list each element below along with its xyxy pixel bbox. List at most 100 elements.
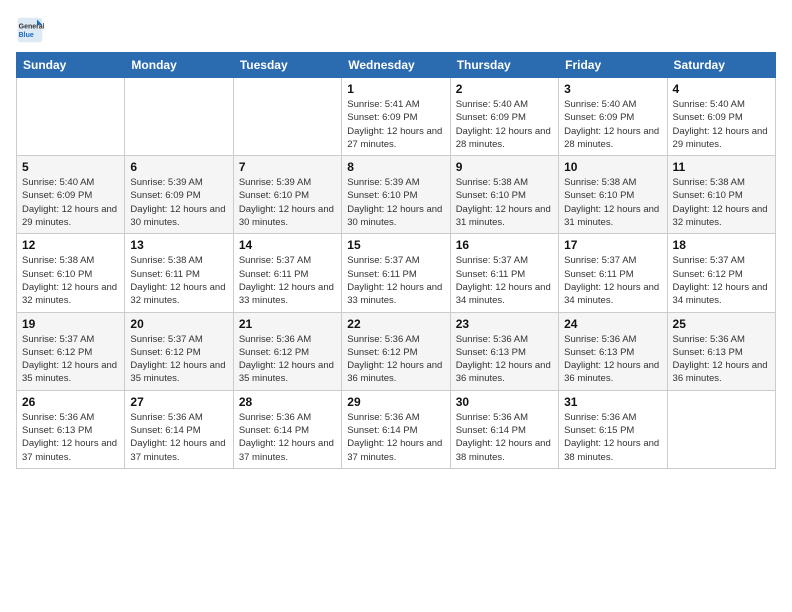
- day-number: 21: [239, 317, 336, 331]
- day-info: Sunrise: 5:36 AM Sunset: 6:12 PM Dayligh…: [347, 333, 444, 386]
- day-number: 13: [130, 238, 227, 252]
- calendar-week-row: 26 Sunrise: 5:36 AM Sunset: 6:13 PM Dayli…: [17, 390, 776, 468]
- calendar-cell: 17 Sunrise: 5:37 AM Sunset: 6:11 PM Dayli…: [559, 234, 667, 312]
- calendar-cell: 10 Sunrise: 5:38 AM Sunset: 6:10 PM Dayli…: [559, 156, 667, 234]
- calendar-cell: 11 Sunrise: 5:38 AM Sunset: 6:10 PM Dayli…: [667, 156, 775, 234]
- day-info: Sunrise: 5:37 AM Sunset: 6:12 PM Dayligh…: [673, 254, 770, 307]
- day-number: 31: [564, 395, 661, 409]
- day-number: 16: [456, 238, 553, 252]
- calendar-cell: [667, 390, 775, 468]
- day-number: 11: [673, 160, 770, 174]
- calendar-cell: 20 Sunrise: 5:37 AM Sunset: 6:12 PM Dayli…: [125, 312, 233, 390]
- weekday-header: Tuesday: [233, 53, 341, 78]
- calendar-cell: 25 Sunrise: 5:36 AM Sunset: 6:13 PM Dayli…: [667, 312, 775, 390]
- calendar-header-row: SundayMondayTuesdayWednesdayThursdayFrid…: [17, 53, 776, 78]
- calendar-cell: 19Sunrise: 5:37 AM Sunset: 6:12 PM Dayli…: [17, 312, 125, 390]
- day-info: Sunrise: 5:37 AM Sunset: 6:11 PM Dayligh…: [239, 254, 336, 307]
- day-number: 27: [130, 395, 227, 409]
- day-number: 10: [564, 160, 661, 174]
- day-info: Sunrise: 5:40 AM Sunset: 6:09 PM Dayligh…: [456, 98, 553, 151]
- day-info: Sunrise: 5:38 AM Sunset: 6:10 PM Dayligh…: [564, 176, 661, 229]
- day-info: Sunrise: 5:36 AM Sunset: 6:14 PM Dayligh…: [239, 411, 336, 464]
- day-number: 6: [130, 160, 227, 174]
- calendar-cell: [17, 78, 125, 156]
- day-number: 12: [22, 238, 119, 252]
- day-info: Sunrise: 5:41 AM Sunset: 6:09 PM Dayligh…: [347, 98, 444, 151]
- day-number: 29: [347, 395, 444, 409]
- calendar-week-row: 5 Sunrise: 5:40 AM Sunset: 6:09 PM Daylig…: [17, 156, 776, 234]
- day-number: 4: [673, 82, 770, 96]
- day-number: 1: [347, 82, 444, 96]
- day-number: 15: [347, 238, 444, 252]
- calendar-cell: [233, 78, 341, 156]
- day-number: 24: [564, 317, 661, 331]
- weekday-header: Monday: [125, 53, 233, 78]
- day-info: Sunrise: 5:37 AM Sunset: 6:11 PM Dayligh…: [456, 254, 553, 307]
- calendar-cell: 22 Sunrise: 5:36 AM Sunset: 6:12 PM Dayli…: [342, 312, 450, 390]
- day-number: 26: [22, 395, 119, 409]
- day-number: 28: [239, 395, 336, 409]
- day-info: Sunrise: 5:38 AM Sunset: 6:11 PM Dayligh…: [130, 254, 227, 307]
- calendar-week-row: 1 Sunrise: 5:41 AM Sunset: 6:09 PM Daylig…: [17, 78, 776, 156]
- day-info: Sunrise: 5:37 AM Sunset: 6:11 PM Dayligh…: [564, 254, 661, 307]
- day-info: Sunrise: 5:37 AM Sunset: 6:12 PM Dayligh…: [130, 333, 227, 386]
- day-number: 3: [564, 82, 661, 96]
- calendar-cell: 3 Sunrise: 5:40 AM Sunset: 6:09 PM Daylig…: [559, 78, 667, 156]
- calendar-cell: 16 Sunrise: 5:37 AM Sunset: 6:11 PM Dayli…: [450, 234, 558, 312]
- day-info: Sunrise: 5:36 AM Sunset: 6:14 PM Dayligh…: [130, 411, 227, 464]
- calendar-cell: 15 Sunrise: 5:37 AM Sunset: 6:11 PM Dayli…: [342, 234, 450, 312]
- day-info: Sunrise: 5:36 AM Sunset: 6:14 PM Dayligh…: [456, 411, 553, 464]
- weekday-header: Saturday: [667, 53, 775, 78]
- day-info: Sunrise: 5:36 AM Sunset: 6:14 PM Dayligh…: [347, 411, 444, 464]
- day-number: 8: [347, 160, 444, 174]
- calendar-table: SundayMondayTuesdayWednesdayThursdayFrid…: [16, 52, 776, 469]
- calendar-week-row: 12 Sunrise: 5:38 AM Sunset: 6:10 PM Dayli…: [17, 234, 776, 312]
- calendar-cell: 31 Sunrise: 5:36 AM Sunset: 6:15 PM Dayli…: [559, 390, 667, 468]
- day-number: 19: [22, 317, 119, 331]
- day-info: Sunrise: 5:36 AM Sunset: 6:13 PM Dayligh…: [673, 333, 770, 386]
- day-info: Sunrise: 5:39 AM Sunset: 6:09 PM Dayligh…: [130, 176, 227, 229]
- calendar-cell: 27 Sunrise: 5:36 AM Sunset: 6:14 PM Dayli…: [125, 390, 233, 468]
- calendar-cell: [125, 78, 233, 156]
- day-info: Sunrise: 5:36 AM Sunset: 6:12 PM Dayligh…: [239, 333, 336, 386]
- weekday-header: Thursday: [450, 53, 558, 78]
- weekday-header: Friday: [559, 53, 667, 78]
- day-number: 5: [22, 160, 119, 174]
- calendar-week-row: 19 Sunrise: 5:37 AM Sunset: 6:12 PM Dayli…: [17, 312, 776, 390]
- day-info: Sunrise: 5:38 AM Sunset: 6:10 PM Dayligh…: [673, 176, 770, 229]
- weekday-header: Sunday: [17, 53, 125, 78]
- calendar-cell: 18 Sunrise: 5:37 AM Sunset: 6:12 PM Dayli…: [667, 234, 775, 312]
- day-info: Sunrise: 5:36 AM Sunset: 6:13 PM Dayligh…: [22, 411, 119, 464]
- day-number: 14: [239, 238, 336, 252]
- calendar-cell: 9Sunrise: 5:38 AM Sunset: 6:10 PM Daylig…: [450, 156, 558, 234]
- day-info: Sunrise: 5:40 AM Sunset: 6:09 PM Dayligh…: [564, 98, 661, 151]
- day-number: 18: [673, 238, 770, 252]
- day-number: 7: [239, 160, 336, 174]
- day-info: Sunrise: 5:36 AM Sunset: 6:13 PM Dayligh…: [456, 333, 553, 386]
- day-info: Sunrise: 5:38 AM Sunset: 6:10 PM Dayligh…: [22, 254, 119, 307]
- calendar-cell: 24 Sunrise: 5:36 AM Sunset: 6:13 PM Dayli…: [559, 312, 667, 390]
- calendar-cell: 21 Sunrise: 5:36 AM Sunset: 6:12 PM Dayli…: [233, 312, 341, 390]
- day-number: 9: [456, 160, 553, 174]
- calendar-cell: 28 Sunrise: 5:36 AM Sunset: 6:14 PM Dayli…: [233, 390, 341, 468]
- day-number: 20: [130, 317, 227, 331]
- day-info: Sunrise: 5:36 AM Sunset: 6:15 PM Dayligh…: [564, 411, 661, 464]
- calendar-cell: 12 Sunrise: 5:38 AM Sunset: 6:10 PM Dayli…: [17, 234, 125, 312]
- day-info: Sunrise: 5:36 AM Sunset: 6:13 PM Dayligh…: [564, 333, 661, 386]
- calendar-cell: 1 Sunrise: 5:41 AM Sunset: 6:09 PM Daylig…: [342, 78, 450, 156]
- logo: General Blue: [16, 16, 48, 44]
- day-info: Sunrise: 5:40 AM Sunset: 6:09 PM Dayligh…: [673, 98, 770, 151]
- calendar-cell: 14 Sunrise: 5:37 AM Sunset: 6:11 PM Dayli…: [233, 234, 341, 312]
- day-number: 22: [347, 317, 444, 331]
- calendar-cell: 5 Sunrise: 5:40 AM Sunset: 6:09 PM Daylig…: [17, 156, 125, 234]
- calendar-cell: 7Sunrise: 5:39 AM Sunset: 6:10 PM Daylig…: [233, 156, 341, 234]
- calendar-cell: 29 Sunrise: 5:36 AM Sunset: 6:14 PM Dayli…: [342, 390, 450, 468]
- day-number: 17: [564, 238, 661, 252]
- calendar-cell: 26 Sunrise: 5:36 AM Sunset: 6:13 PM Dayli…: [17, 390, 125, 468]
- day-info: Sunrise: 5:37 AM Sunset: 6:11 PM Dayligh…: [347, 254, 444, 307]
- day-number: 25: [673, 317, 770, 331]
- page-header: General Blue: [16, 16, 776, 44]
- logo-icon: General Blue: [16, 16, 44, 44]
- day-info: Sunrise: 5:40 AM Sunset: 6:09 PM Dayligh…: [22, 176, 119, 229]
- day-number: 30: [456, 395, 553, 409]
